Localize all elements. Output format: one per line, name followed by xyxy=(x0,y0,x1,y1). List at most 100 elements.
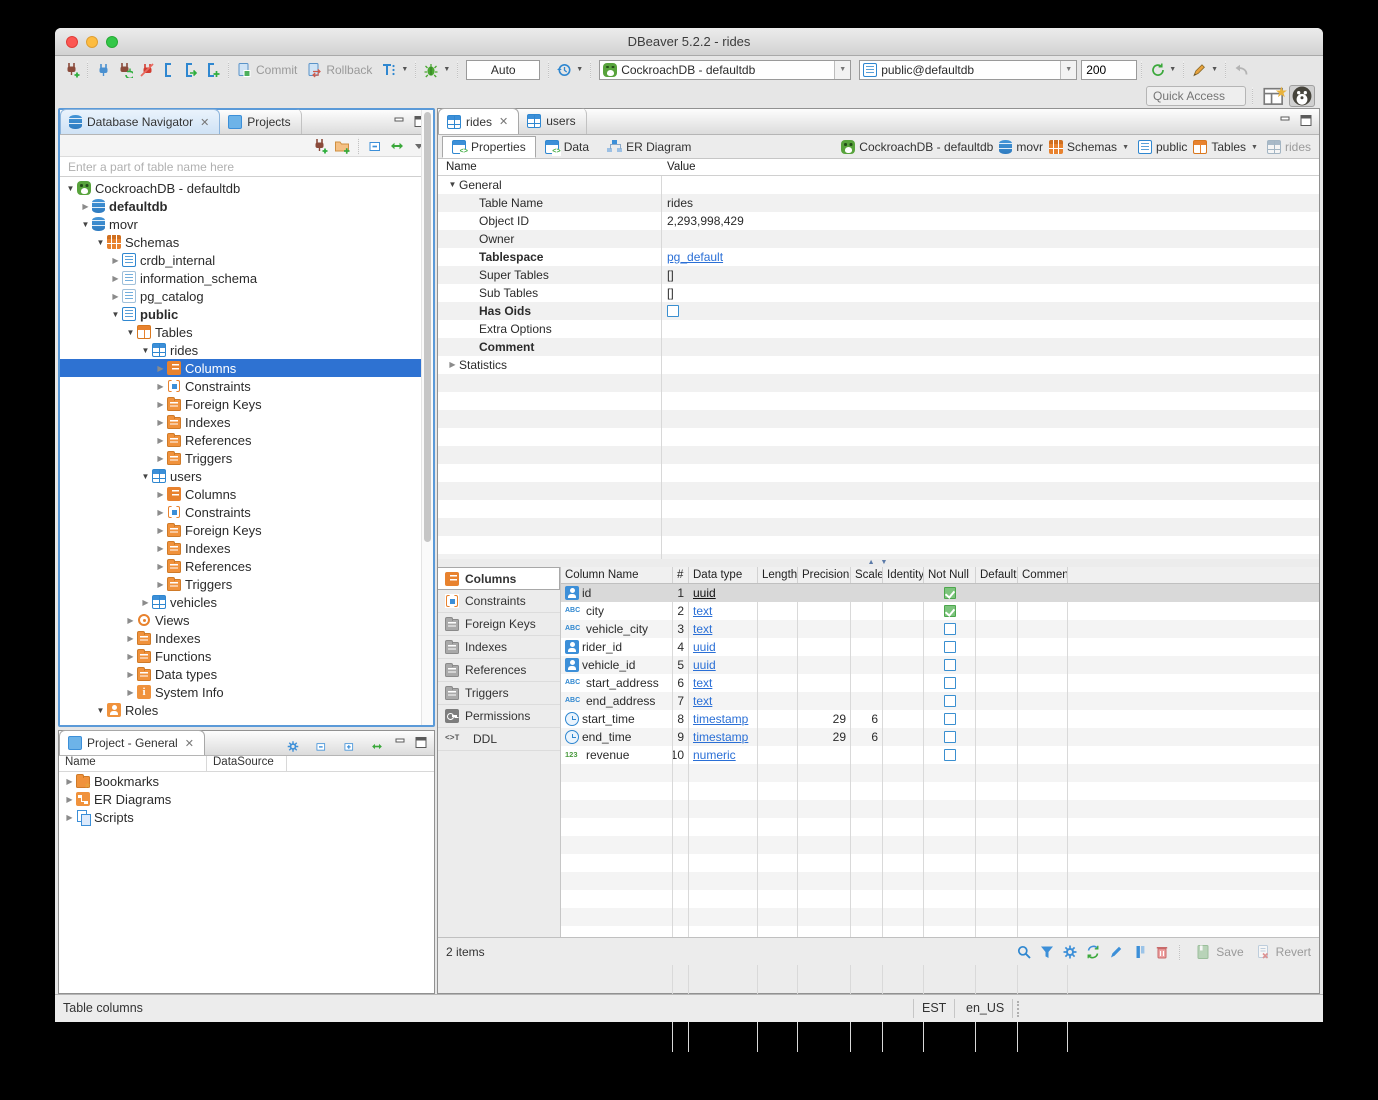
scale-cell[interactable] xyxy=(851,584,883,602)
collapsed-arrow-icon[interactable]: ▶ xyxy=(109,292,122,301)
ordinal-cell[interactable]: 2 xyxy=(673,602,689,620)
collapsed-arrow-icon[interactable]: ▶ xyxy=(154,580,167,589)
not-null-cell[interactable] xyxy=(924,656,976,674)
tree-item[interactable]: ▼Schemas xyxy=(60,233,433,251)
not-null-checkbox[interactable] xyxy=(944,677,956,689)
not-null-cell[interactable] xyxy=(924,746,976,764)
table-row[interactable]: vehicle_city3text xyxy=(561,620,1319,638)
default-cell[interactable] xyxy=(976,692,1018,710)
grid-col-header[interactable]: Not Null xyxy=(924,567,976,583)
quick-access-input[interactable] xyxy=(1146,86,1246,106)
collapsed-arrow-icon[interactable]: ▶ xyxy=(124,652,137,661)
comment-cell[interactable] xyxy=(1018,710,1068,728)
precision-cell[interactable] xyxy=(798,674,851,692)
expanded-arrow-icon[interactable]: ▼ xyxy=(79,220,92,229)
table-row[interactable]: start_address6text xyxy=(561,674,1319,692)
detail-tab-indexes[interactable]: Indexes xyxy=(438,636,560,659)
identity-cell[interactable] xyxy=(883,692,924,710)
detail-tab-foreign-keys[interactable]: Foreign Keys xyxy=(438,613,560,636)
comment-cell[interactable] xyxy=(1018,620,1068,638)
length-cell[interactable] xyxy=(758,674,798,692)
tree-item[interactable]: ▶Functions xyxy=(60,647,433,665)
property-row[interactable]: Object ID2,293,998,429 xyxy=(438,212,1319,230)
default-cell[interactable] xyxy=(976,602,1018,620)
breadcrumb-item[interactable]: Tables▼ xyxy=(1193,140,1261,154)
project-settings-button[interactable] xyxy=(282,736,304,756)
properties-value-header[interactable]: Value xyxy=(661,159,696,175)
grid-settings-button[interactable] xyxy=(1060,942,1080,962)
tree-item[interactable]: ▶Constraints xyxy=(60,377,433,395)
tree-item[interactable]: ▶defaultdb xyxy=(60,197,433,215)
ordinal-cell[interactable]: 3 xyxy=(673,620,689,638)
collapsed-arrow-icon[interactable]: ▶ xyxy=(124,634,137,643)
collapsed-arrow-icon[interactable]: ▶ xyxy=(154,418,167,427)
property-row[interactable]: Tablespacepg_default xyxy=(438,248,1319,266)
tree-item[interactable]: ▶Constraints xyxy=(60,503,433,521)
column-name-cell[interactable]: start_time xyxy=(561,710,673,728)
collapsed-arrow-icon[interactable]: ▶ xyxy=(124,688,137,697)
tree-item[interactable]: ▶pg_catalog xyxy=(60,287,433,305)
length-cell[interactable] xyxy=(758,692,798,710)
column-name-cell[interactable]: id xyxy=(561,584,673,602)
scale-cell[interactable] xyxy=(851,602,883,620)
table-row[interactable]: vehicle_id5uuid xyxy=(561,656,1319,674)
subtab-data[interactable]: Data xyxy=(536,136,598,158)
property-checkbox[interactable] xyxy=(667,305,679,317)
grid-col-header[interactable]: # xyxy=(673,567,689,583)
collapsed-arrow-icon[interactable]: ▶ xyxy=(154,364,167,373)
precision-cell[interactable] xyxy=(798,692,851,710)
compare-dropdown-arrow[interactable]: ▼ xyxy=(1211,66,1218,73)
nav-new-connection-button[interactable] xyxy=(310,137,330,155)
identity-cell[interactable] xyxy=(883,638,924,656)
sql-editor-button[interactable] xyxy=(158,60,180,80)
tree-item[interactable]: ▶information_schema xyxy=(60,269,433,287)
comment-cell[interactable] xyxy=(1018,602,1068,620)
default-cell[interactable] xyxy=(976,584,1018,602)
project-collapse-all-button[interactable] xyxy=(310,736,332,756)
identity-cell[interactable] xyxy=(883,656,924,674)
not-null-cell[interactable] xyxy=(924,620,976,638)
data-type-cell[interactable]: text xyxy=(689,692,758,710)
project-item[interactable]: ▶Bookmarks xyxy=(59,772,434,790)
default-cell[interactable] xyxy=(976,746,1018,764)
properties-name-header[interactable]: Name xyxy=(438,159,661,175)
history-dropdown-arrow[interactable]: ▼ xyxy=(576,66,583,73)
minimize-view-button[interactable] xyxy=(393,115,407,131)
not-null-checkbox[interactable] xyxy=(944,605,956,617)
column-name-cell[interactable]: rider_id xyxy=(561,638,673,656)
identity-cell[interactable] xyxy=(883,584,924,602)
not-null-cell[interactable] xyxy=(924,584,976,602)
table-row[interactable]: id1uuid xyxy=(561,584,1319,602)
detail-tab-constraints[interactable]: Constraints xyxy=(438,590,560,613)
table-row[interactable]: city2text xyxy=(561,602,1319,620)
length-cell[interactable] xyxy=(758,602,798,620)
subtab-er-diagram[interactable]: ER Diagram xyxy=(598,136,700,158)
not-null-checkbox[interactable] xyxy=(944,587,956,599)
fetch-size-input[interactable] xyxy=(1081,60,1137,80)
column-name-cell[interactable]: vehicle_city xyxy=(561,620,673,638)
tab-projects[interactable]: Projects xyxy=(220,109,301,134)
expanded-arrow-icon[interactable]: ▼ xyxy=(139,346,152,355)
ordinal-cell[interactable]: 5 xyxy=(673,656,689,674)
grid-col-header[interactable]: Data type xyxy=(689,567,758,583)
precision-cell[interactable]: 29 xyxy=(798,710,851,728)
column-name-cell[interactable]: city xyxy=(561,602,673,620)
grid-col-header[interactable]: Precision xyxy=(798,567,851,583)
identity-cell[interactable] xyxy=(883,746,924,764)
scale-cell[interactable] xyxy=(851,692,883,710)
reconnect-button[interactable] xyxy=(114,60,136,80)
tree-item[interactable]: ▼CockroachDB - defaultdb xyxy=(60,179,433,197)
ordinal-cell[interactable]: 4 xyxy=(673,638,689,656)
detail-tab-columns[interactable]: Columns xyxy=(438,567,560,590)
data-type-link[interactable]: text xyxy=(693,675,712,692)
collapsed-arrow-icon[interactable]: ▶ xyxy=(124,616,137,625)
data-type-cell[interactable]: uuid xyxy=(689,656,758,674)
collapsed-arrow-icon[interactable]: ▶ xyxy=(139,598,152,607)
default-cell[interactable] xyxy=(976,620,1018,638)
data-type-link[interactable]: text xyxy=(693,603,712,620)
editor-minimize-button[interactable] xyxy=(1279,114,1293,130)
detail-tab-triggers[interactable]: Triggers xyxy=(438,682,560,705)
tree-item[interactable]: ▶Foreign Keys xyxy=(60,521,433,539)
expanded-arrow-icon[interactable]: ▼ xyxy=(109,310,122,319)
grid-filter-button[interactable] xyxy=(1037,942,1057,962)
